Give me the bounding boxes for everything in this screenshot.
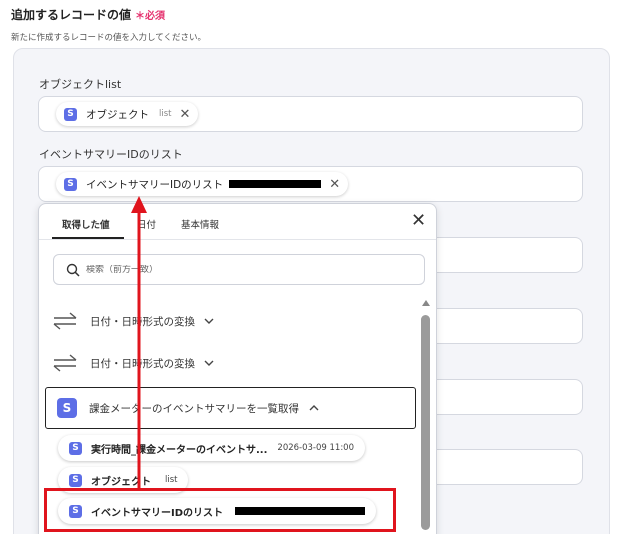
tab-retrieved-values[interactable]: 取得した値	[62, 217, 110, 231]
picker-tabs: 取得した値 日付 基本情報 ✕	[39, 204, 436, 240]
chevron-up-icon	[309, 405, 319, 411]
hidden-field-input[interactable]	[436, 237, 583, 273]
list-item-label: 日付・日時形式の変換	[90, 315, 195, 328]
highlight-annotation	[44, 488, 396, 532]
value-item-value: 2026-03-09 11:00	[277, 443, 355, 453]
value-item-exec-time[interactable]: S 実行時間_課金メーターのイベントサ... 2026-03-09 11:00	[58, 435, 366, 461]
section-description: 新たに作成するレコードの値を入力してください。	[11, 33, 206, 43]
scrollbar[interactable]	[421, 300, 431, 534]
value-item-label: 実行時間_課金メーターのイベントサ...	[91, 444, 268, 456]
swap-arrows-icon	[53, 312, 77, 330]
list-item-date-convert[interactable]: 日付・日時形式の変換	[53, 312, 214, 330]
section-title-text: 追加するレコードの値	[11, 8, 132, 22]
remove-chip-icon[interactable]: ✕	[329, 178, 340, 191]
value-item-value: list	[165, 475, 178, 485]
chip-sub: list	[159, 109, 172, 119]
s-app-icon: S	[57, 398, 77, 418]
s-app-icon: S	[69, 441, 82, 455]
hidden-field-input[interactable]	[436, 449, 583, 485]
section-title: 追加するレコードの値 ＊必須	[11, 6, 165, 23]
hidden-field-input[interactable]	[436, 308, 583, 344]
s-app-icon: S	[64, 107, 77, 121]
chevron-down-icon	[204, 360, 214, 366]
scrollbar-thumb[interactable]	[421, 315, 430, 530]
group-label: 課金メーターのイベントサマリーを一覧取得	[89, 402, 299, 415]
tab-date[interactable]: 日付	[137, 217, 156, 231]
scroll-up-icon[interactable]	[422, 300, 430, 306]
close-icon[interactable]: ✕	[411, 212, 426, 230]
search-input[interactable]	[86, 264, 386, 275]
event-summary-ids-chip[interactable]: S イベントサマリーIDのリスト ✕	[56, 172, 349, 196]
chip-label: イベントサマリーIDのリスト	[86, 178, 224, 191]
required-badge: ＊必須	[135, 11, 166, 22]
tab-basic-info[interactable]: 基本情報	[181, 217, 219, 231]
list-item-date-convert[interactable]: 日付・日時形式の変換	[53, 354, 214, 372]
field-label-object-list: オブジェクトlist	[39, 78, 122, 91]
search-box[interactable]	[53, 254, 425, 285]
redacted-block	[229, 180, 322, 188]
hidden-field-input[interactable]	[436, 379, 583, 415]
swap-arrows-icon	[53, 354, 77, 372]
chip-label: オブジェクト	[86, 108, 149, 121]
field-label-event-summary-ids: イベントサマリーIDのリスト	[39, 148, 183, 161]
remove-chip-icon[interactable]: ✕	[179, 108, 190, 121]
value-picker-dropdown: 取得した値 日付 基本情報 ✕ 日付・日時形式の変換 日付・日時	[38, 203, 437, 534]
object-list-chip[interactable]: S オブジェクト list ✕	[56, 102, 199, 126]
value-item-label: オブジェクト	[91, 476, 151, 488]
s-app-icon: S	[64, 177, 77, 191]
active-tab-indicator	[52, 237, 124, 239]
list-item-label: 日付・日時形式の変換	[90, 357, 195, 370]
group-event-summary-list[interactable]: S 課金メーターのイベントサマリーを一覧取得	[45, 387, 416, 429]
search-icon	[66, 263, 80, 277]
s-app-icon: S	[69, 473, 82, 487]
chevron-down-icon	[204, 318, 214, 324]
